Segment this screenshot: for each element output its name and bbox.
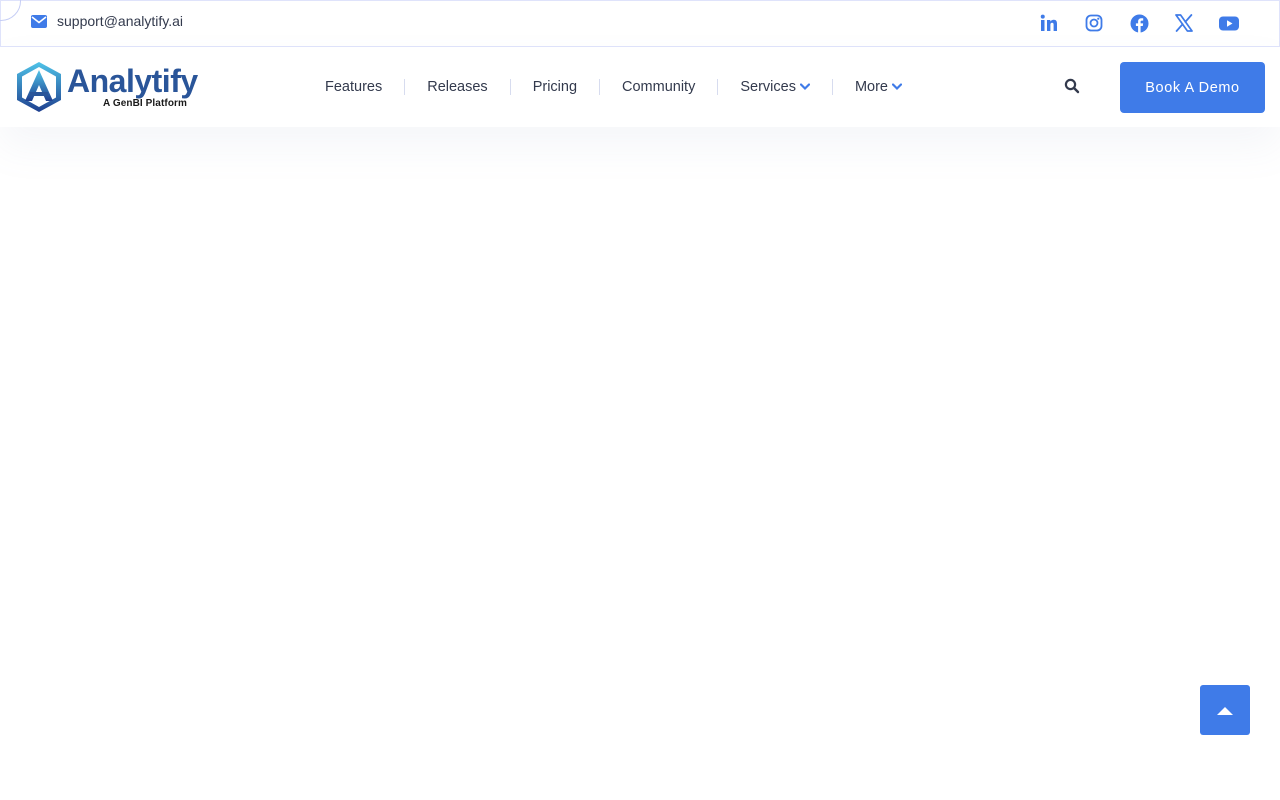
linkedin-icon[interactable] [1039, 13, 1059, 33]
envelope-icon [31, 14, 47, 28]
scroll-to-top-button[interactable] [1200, 685, 1250, 735]
chevron-down-icon [799, 83, 810, 91]
nav-label: More [854, 79, 888, 95]
email-text[interactable]: support@analytify.ai [57, 13, 183, 29]
nav-label: Community [622, 79, 696, 95]
nav-item-more[interactable]: More [833, 79, 924, 95]
caret-up-icon [1217, 706, 1233, 715]
youtube-icon[interactable] [1219, 13, 1239, 33]
nav-item-pricing[interactable]: Pricing [511, 79, 599, 95]
search-button[interactable] [1064, 78, 1084, 98]
loader-ring [0, 0, 21, 21]
logo-wordmark: Analytify [67, 63, 198, 99]
nav-menu: Features Releases Pricing Community Serv… [303, 47, 924, 127]
nav-item-releases[interactable]: Releases [405, 79, 509, 95]
logo-mark-icon [17, 62, 61, 112]
nav-item-features[interactable]: Features [303, 79, 404, 95]
top-bar: support@analytify.ai [0, 0, 1280, 47]
nav-item-community[interactable]: Community [600, 79, 717, 95]
contact-email[interactable]: support@analytify.ai [31, 13, 183, 29]
nav-label: Features [325, 79, 383, 95]
analytify-logo[interactable]: Analytify A GenBI Platform [15, 61, 200, 113]
instagram-icon[interactable] [1084, 13, 1104, 33]
nav-label: Services [740, 79, 796, 95]
social-links [1039, 13, 1239, 33]
nav-item-services[interactable]: Services [718, 79, 832, 95]
search-icon [1064, 78, 1080, 94]
main-nav: Analytify A GenBI Platform Features Rele… [0, 47, 1280, 127]
chevron-down-icon [892, 83, 902, 91]
nav-label: Releases [427, 79, 488, 95]
book-demo-button[interactable]: Book A Demo [1120, 62, 1265, 113]
x-icon[interactable] [1174, 13, 1194, 33]
nav-label: Pricing [532, 79, 578, 95]
facebook-icon[interactable] [1129, 13, 1149, 33]
logo-tagline: A GenBI Platform [103, 98, 188, 109]
